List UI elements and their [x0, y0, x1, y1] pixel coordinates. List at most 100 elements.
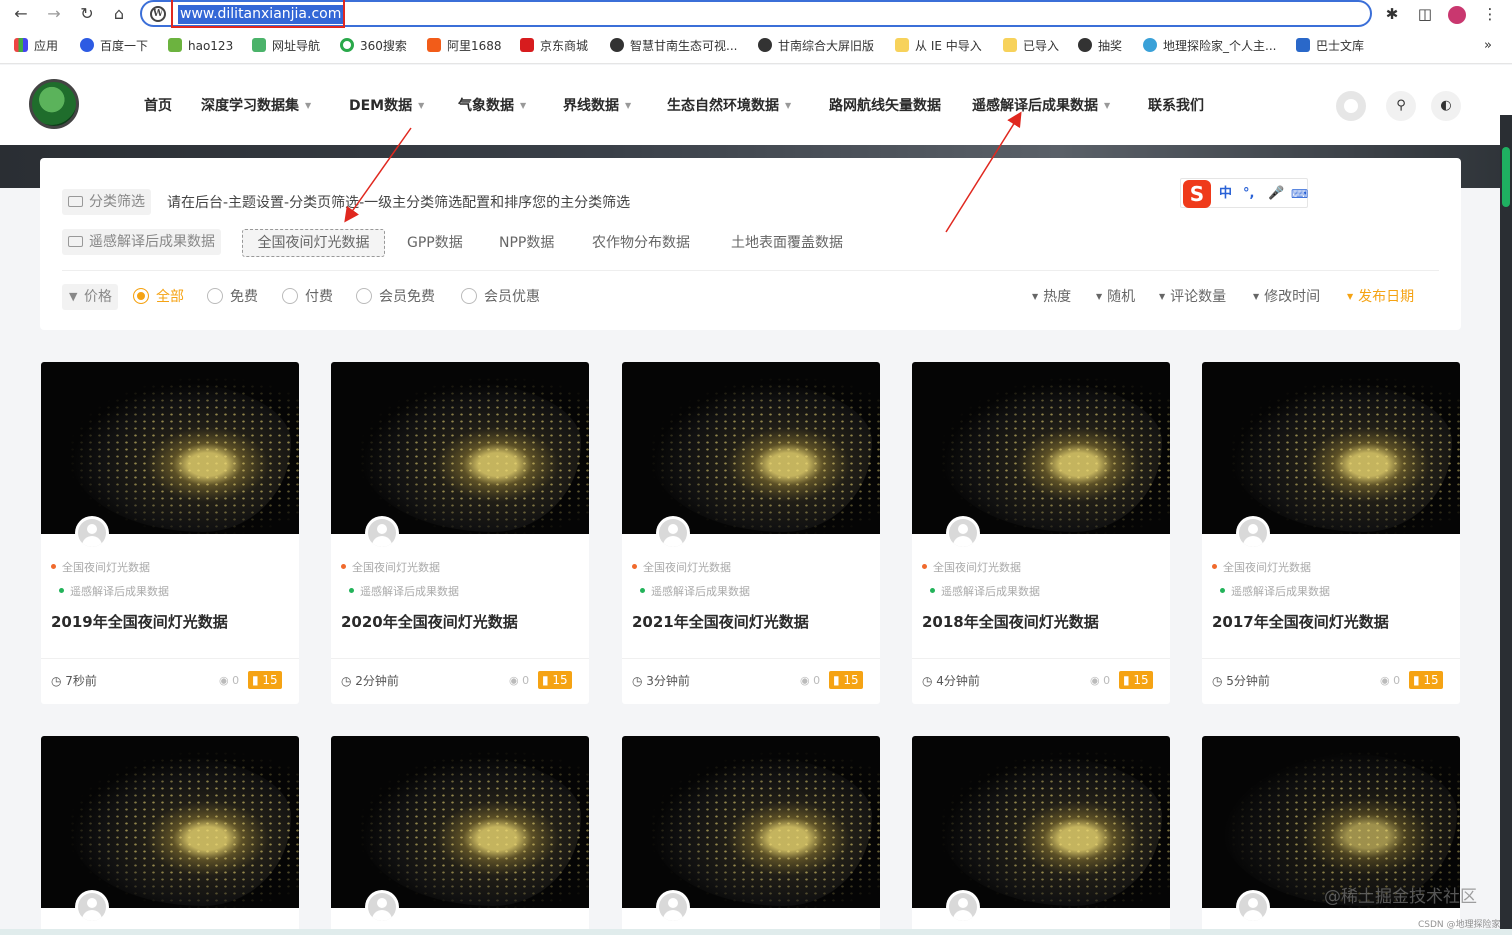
sort-random[interactable]: ▼ 随机 — [1096, 288, 1135, 306]
menu-contact[interactable]: 联系我们 — [1148, 96, 1204, 116]
bookmark-gannan-eco[interactable]: 智慧甘南生态可视... — [610, 38, 737, 54]
post-thumbnail[interactable] — [1202, 736, 1460, 908]
post-title[interactable]: 2017年全国夜间灯光数据 — [1212, 612, 1389, 632]
author-avatar[interactable] — [656, 516, 690, 550]
page-scrollbar[interactable] — [1500, 115, 1512, 935]
bookmark-bashi[interactable]: 巴士文库 — [1296, 38, 1364, 54]
post-card[interactable]: 全国夜间灯光数据 遥感解译后成果数据 2021年全国夜间灯光数据 ◷ 3分钟前 ◉ 0 ▮… — [622, 362, 880, 704]
menu-eco[interactable]: 生态自然环境数据 ▼ — [667, 96, 791, 116]
post-tag-primary[interactable]: 全国夜间灯光数据 — [341, 560, 440, 576]
post-thumbnail[interactable] — [622, 362, 880, 534]
post-title[interactable]: 2020年全国夜间灯光数据 — [341, 612, 518, 632]
price-all-radio[interactable]: 全部 — [133, 288, 184, 306]
microphone-icon[interactable]: 🎤 — [1268, 185, 1284, 203]
category-gpp[interactable]: GPP数据 — [407, 233, 463, 253]
author-avatar[interactable] — [75, 516, 109, 550]
price-paid-radio[interactable]: 付费 — [282, 288, 333, 306]
post-card[interactable] — [622, 736, 880, 935]
reload-icon[interactable]: ↻ — [76, 3, 98, 25]
bookmark-1688[interactable]: 阿里1688 — [427, 38, 502, 54]
post-thumbnail[interactable] — [331, 362, 589, 534]
ime-punctuation[interactable]: °, — [1243, 185, 1254, 203]
post-tag-secondary[interactable]: 遥感解译后成果数据 — [349, 584, 459, 600]
bookmark-jd[interactable]: 京东商城 — [520, 38, 588, 54]
post-thumbnail[interactable] — [41, 736, 299, 908]
sort-comments[interactable]: ▼ 评论数量 — [1159, 288, 1226, 306]
search-icon[interactable]: ⚲ — [1386, 91, 1416, 121]
bookmark-lottery[interactable]: 抽奖 — [1078, 38, 1122, 54]
extensions-icon[interactable]: ✱ — [1382, 4, 1402, 24]
bookmark-360[interactable]: 360搜索 — [340, 38, 407, 54]
menu-weather[interactable]: 气象数据 ▼ — [458, 96, 526, 116]
post-thumbnail[interactable] — [622, 736, 880, 908]
author-avatar[interactable] — [1236, 890, 1270, 924]
post-title[interactable]: 2021年全国夜间灯光数据 — [632, 612, 809, 632]
category-crop[interactable]: 农作物分布数据 — [592, 233, 690, 253]
menu-dem[interactable]: DEM数据 ▼ — [349, 96, 424, 116]
profile-avatar-icon[interactable] — [1447, 4, 1467, 24]
post-card[interactable] — [331, 736, 589, 935]
bookmark-nav[interactable]: 网址导航 — [252, 38, 320, 54]
bookmark-folder-imported[interactable]: 已导入 — [1003, 38, 1059, 54]
author-avatar[interactable] — [656, 890, 690, 924]
menu-boundary[interactable]: 界线数据 ▼ — [563, 96, 631, 116]
category-npp[interactable]: NPP数据 — [499, 233, 554, 253]
home-icon[interactable]: ⌂ — [108, 3, 130, 25]
post-card[interactable]: 全国夜间灯光数据 遥感解译后成果数据 2020年全国夜间灯光数据 ◷ 2分钟前 ◉ 0 ▮… — [331, 362, 589, 704]
bookmark-explorer[interactable]: 地理探险家_个人主... — [1143, 38, 1276, 54]
post-tag-primary[interactable]: 全国夜间灯光数据 — [632, 560, 731, 576]
post-title[interactable]: 2018年全国夜间灯光数据 — [922, 612, 1099, 632]
post-card[interactable]: 全国夜间灯光数据 遥感解译后成果数据 2018年全国夜间灯光数据 ◷ 4分钟前 ◉ 0 ▮… — [912, 362, 1170, 704]
menu-road-vector[interactable]: 路网航线矢量数据 — [829, 96, 941, 116]
author-avatar[interactable] — [946, 516, 980, 550]
post-thumbnail[interactable] — [331, 736, 589, 908]
keyboard-icon[interactable]: ⌨ — [1291, 185, 1308, 203]
back-icon[interactable]: ← — [10, 3, 32, 25]
bookmark-apps[interactable]: 应用 — [14, 38, 58, 54]
author-avatar[interactable] — [75, 890, 109, 924]
author-avatar[interactable] — [365, 890, 399, 924]
post-thumbnail[interactable] — [1202, 362, 1460, 534]
menu-dl-datasets[interactable]: 深度学习数据集 ▼ — [201, 96, 311, 116]
post-thumbnail[interactable] — [41, 362, 299, 534]
category-land-cover[interactable]: 土地表面覆盖数据 — [731, 233, 843, 253]
post-thumbnail[interactable] — [912, 362, 1170, 534]
theme-toggle-icon[interactable]: ◐ — [1431, 91, 1461, 121]
author-avatar[interactable] — [1236, 516, 1270, 550]
post-tag-secondary[interactable]: 遥感解译后成果数据 — [930, 584, 1040, 600]
post-thumbnail[interactable] — [912, 736, 1170, 908]
bookmark-baidu[interactable]: 百度一下 — [80, 38, 148, 54]
price-free-radio[interactable]: 免费 — [207, 288, 258, 306]
category-night-light[interactable]: 全国夜间灯光数据 — [242, 229, 385, 257]
post-title[interactable]: 2019年全国夜间灯光数据 — [51, 612, 228, 632]
ime-toolbar[interactable]: S 中 °, 🎤 ⌨ — [1180, 178, 1308, 208]
post-tag-secondary[interactable]: 遥感解译后成果数据 — [59, 584, 169, 600]
price-member-discount-radio[interactable]: 会员优惠 — [461, 288, 540, 306]
sort-popularity[interactable]: ▼ 热度 — [1032, 288, 1071, 306]
post-card[interactable]: 全国夜间灯光数据 遥感解译后成果数据 2019年全国夜间灯光数据 ◷ 7秒前 ◉ 0 ▮ … — [41, 362, 299, 704]
post-card[interactable] — [912, 736, 1170, 935]
post-card[interactable]: 全国夜间灯光数据 遥感解译后成果数据 2017年全国夜间灯光数据 ◷ 5分钟前 ◉ 0 ▮… — [1202, 362, 1460, 704]
post-tag-secondary[interactable]: 遥感解译后成果数据 — [640, 584, 750, 600]
post-tag-primary[interactable]: 全国夜间灯光数据 — [51, 560, 150, 576]
sort-published[interactable]: ▼ 发布日期 — [1347, 288, 1414, 306]
author-avatar[interactable] — [365, 516, 399, 550]
ime-chinese-mode[interactable]: 中 — [1219, 185, 1232, 203]
user-avatar[interactable] — [1336, 91, 1366, 121]
post-tag-primary[interactable]: 全国夜间灯光数据 — [922, 560, 1021, 576]
menu-home[interactable]: 首页 — [144, 96, 172, 116]
site-logo[interactable] — [29, 79, 79, 129]
bookmark-hao123[interactable]: hao123 — [168, 38, 233, 54]
post-card[interactable] — [41, 736, 299, 935]
post-tag-secondary[interactable]: 遥感解译后成果数据 — [1220, 584, 1330, 600]
scrollbar-thumb[interactable] — [1502, 147, 1510, 207]
menu-remote-sensing[interactable]: 遥感解译后成果数据 ▼ — [972, 96, 1110, 116]
parent-category-chip[interactable]: 遥感解译后成果数据 — [62, 229, 221, 255]
menu-kebab-icon[interactable]: ⋮ — [1480, 4, 1500, 24]
author-avatar[interactable] — [946, 890, 980, 924]
price-member-free-radio[interactable]: 会员免费 — [356, 288, 435, 306]
forward-icon[interactable]: → — [43, 3, 65, 25]
bookmark-gannan-screen[interactable]: 甘南综合大屏旧版 — [758, 38, 874, 54]
bookmarks-more[interactable]: » — [1484, 38, 1492, 54]
sort-modified[interactable]: ▼ 修改时间 — [1253, 288, 1320, 306]
